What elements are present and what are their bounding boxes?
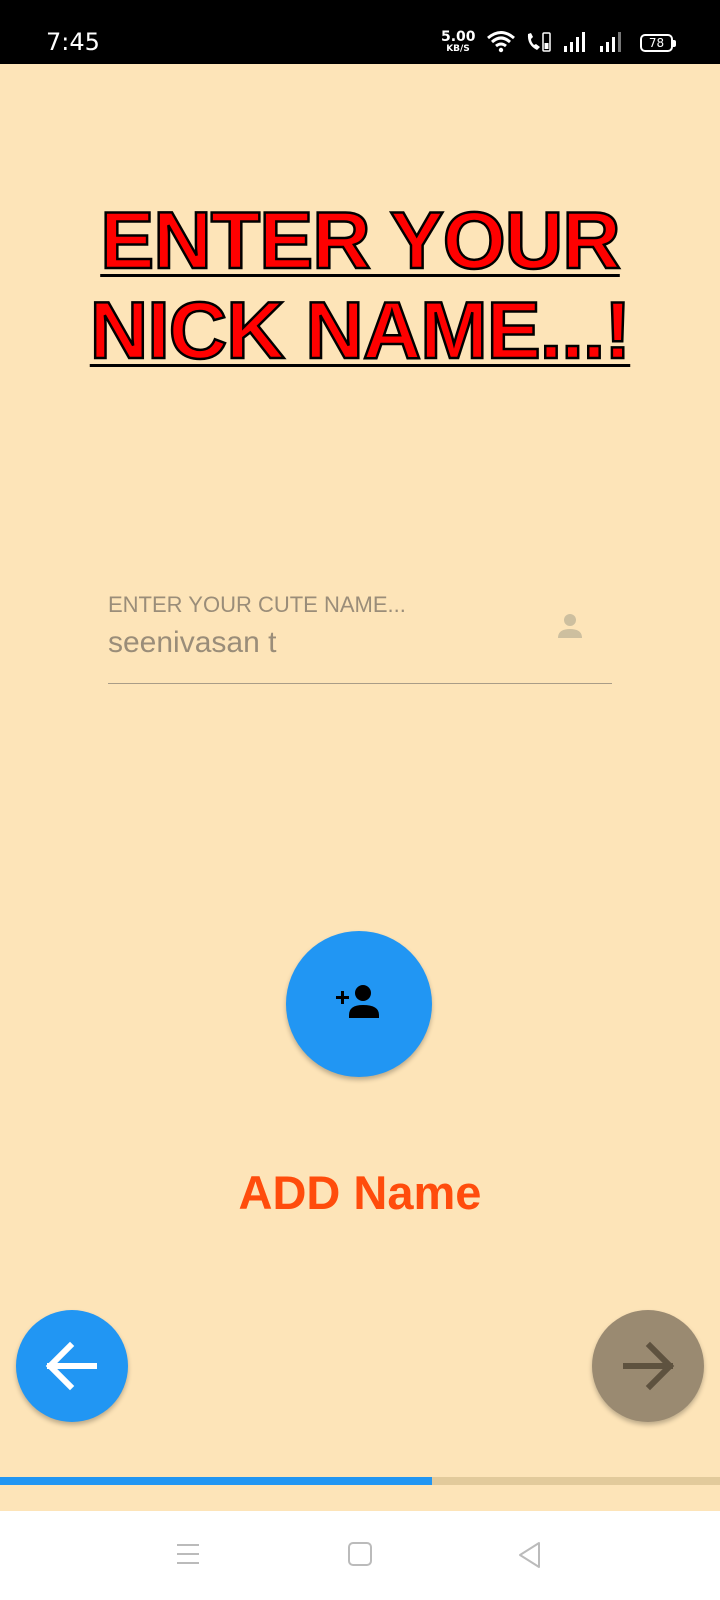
person-add-icon xyxy=(336,985,379,1018)
progress-bar-fill xyxy=(0,1477,432,1485)
back-button[interactable] xyxy=(16,1310,128,1422)
back-nav-icon[interactable] xyxy=(517,1541,543,1569)
person-icon xyxy=(558,614,582,638)
network-speed-value: 5.00 xyxy=(441,29,476,45)
progress-bar xyxy=(0,1477,720,1485)
signal-sim1-icon xyxy=(564,32,585,52)
nickname-field[interactable]: ENTER YOUR CUTE NAME... xyxy=(108,586,612,684)
network-speed: 5.00 KB/S xyxy=(441,29,476,54)
status-time: 7:45 xyxy=(46,28,100,56)
add-name-button[interactable] xyxy=(286,931,432,1077)
system-navigation-bar xyxy=(0,1511,720,1600)
add-name-label: ADD Name xyxy=(238,1166,482,1219)
arrow-left-icon xyxy=(45,1341,97,1391)
battery-indicator: 78 xyxy=(640,34,676,52)
volte-call-icon xyxy=(527,32,551,52)
nickname-field-label: ENTER YOUR CUTE NAME... xyxy=(108,592,406,617)
network-speed-unit: KB/S xyxy=(446,44,470,54)
nickname-input[interactable] xyxy=(108,622,528,664)
menu-icon[interactable] xyxy=(175,1541,201,1567)
wifi-icon xyxy=(487,31,515,53)
home-icon[interactable] xyxy=(347,1541,373,1567)
signal-sim2-icon xyxy=(600,32,621,52)
arrow-right-icon xyxy=(623,1341,675,1391)
page-title: ENTER YOUR NICK NAME...! xyxy=(89,195,633,378)
status-bar: 7:45 5.00 KB/S 78 xyxy=(0,0,720,64)
next-button[interactable] xyxy=(592,1310,704,1422)
